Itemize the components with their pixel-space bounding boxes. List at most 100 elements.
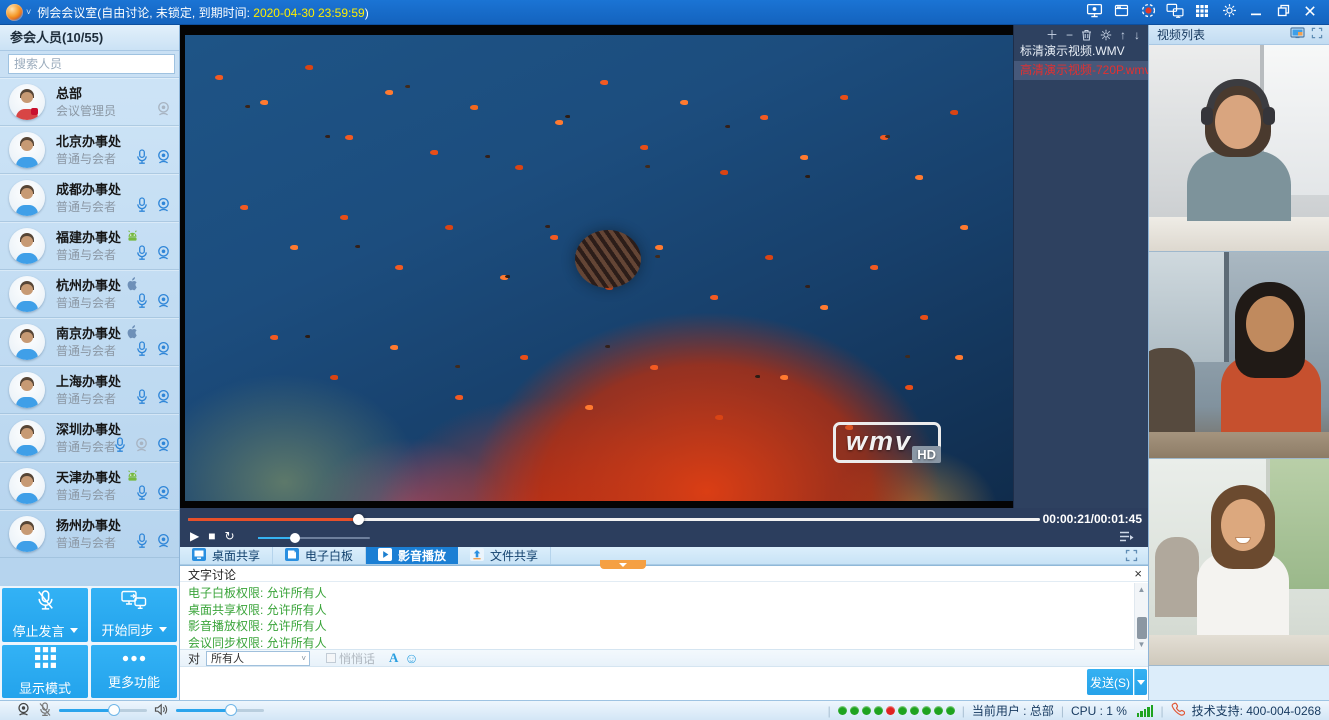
connection-quality-dots [838, 706, 955, 715]
action-button-2[interactable]: 显示模式 [2, 645, 88, 699]
status-dot-green [862, 706, 871, 715]
playlist-item[interactable]: 标清演示视频.WMV [1014, 42, 1148, 61]
participant-row[interactable]: 总部 会议管理员 [0, 78, 179, 126]
participant-role: 普通与会者 [56, 198, 116, 215]
network-button[interactable] [1166, 4, 1184, 20]
participant-row[interactable]: 上海办事处 普通与会者 [0, 366, 179, 414]
webcam-icon[interactable] [156, 293, 171, 312]
fullscreen-icon[interactable] [1125, 549, 1138, 562]
recipient-select[interactable]: 所有人 ˅ [206, 651, 310, 666]
mic-icon[interactable] [135, 485, 149, 504]
speaker-volume-handle[interactable] [225, 704, 237, 716]
scroll-down-icon[interactable]: ▼ [1135, 638, 1148, 650]
webcam-off-icon[interactable] [156, 101, 171, 120]
webcam-icon[interactable] [156, 197, 171, 216]
participant-row[interactable]: 北京办事处 普通与会者 [0, 126, 179, 174]
monitor-icon[interactable] [1290, 27, 1305, 43]
keypad-button[interactable] [1193, 4, 1211, 20]
mic-icon[interactable] [135, 245, 149, 264]
logo-chevron-down-icon[interactable]: ˅ [26, 7, 31, 17]
trash-icon[interactable] [1081, 29, 1092, 41]
move-up-icon[interactable]: ↑ [1120, 29, 1126, 41]
speaker-icon[interactable] [154, 703, 169, 719]
mic-icon[interactable] [135, 389, 149, 408]
webcam-icon[interactable] [156, 485, 171, 504]
replay-button[interactable]: ↻ [224, 529, 234, 543]
webcam-icon[interactable] [156, 437, 171, 456]
chat-scrollbar[interactable]: ▲ ▼ [1134, 583, 1148, 650]
play-button[interactable]: ▶ [190, 529, 199, 543]
expand-icon[interactable] [1311, 27, 1323, 42]
mic-icon[interactable] [135, 341, 149, 360]
participant-row[interactable]: 南京办事处 普通与会者 [0, 318, 179, 366]
checkbox-icon[interactable] [326, 653, 336, 663]
close-icon[interactable]: × [1134, 568, 1142, 580]
video-thumbnail-1[interactable] [1149, 45, 1329, 252]
webcam-icon[interactable] [156, 245, 171, 264]
mic-icon[interactable] [135, 197, 149, 216]
app-logo-icon [6, 4, 23, 21]
webcam-icon[interactable] [156, 533, 171, 552]
video-frame[interactable]: wmvHD [185, 35, 1013, 501]
mic-volume-handle[interactable] [108, 704, 120, 716]
webcam-off-icon[interactable] [134, 437, 149, 456]
playlist-toggle-icon[interactable] [1119, 531, 1134, 542]
volume-handle[interactable] [290, 533, 300, 543]
tab-2[interactable]: 影音播放 [366, 547, 458, 564]
participant-row[interactable]: 福建办事处 普通与会者 [0, 222, 179, 270]
tab-3[interactable]: 文件共享 [458, 547, 551, 564]
emoji-button[interactable]: ☺ [404, 651, 418, 665]
participant-row[interactable]: 成都办事处 普通与会者 [0, 174, 179, 222]
speaker-volume-slider[interactable] [176, 709, 264, 712]
webcam-icon[interactable] [156, 149, 171, 168]
progress-fill [188, 518, 358, 521]
scrollbar-thumb[interactable] [1137, 617, 1147, 639]
volume-slider[interactable] [258, 537, 370, 539]
tab-0[interactable]: 桌面共享 [180, 547, 273, 564]
mic-icon[interactable] [135, 533, 149, 552]
chat-input-area[interactable]: 发送(S) [180, 667, 1148, 699]
window-button[interactable] [1112, 4, 1130, 20]
mic-icon[interactable] [135, 149, 149, 168]
font-button[interactable]: A [389, 650, 398, 666]
video-thumbnail-2[interactable] [1149, 252, 1329, 459]
minimize-button[interactable] [1247, 4, 1265, 20]
action-button-3[interactable]: 更多功能 [91, 645, 177, 699]
mic-volume-slider[interactable] [59, 709, 147, 712]
progress-bar[interactable] [188, 518, 1040, 521]
tab-1[interactable]: 电子白板 [273, 547, 366, 564]
search-input[interactable] [8, 54, 175, 74]
move-down-icon[interactable]: ↓ [1134, 29, 1140, 41]
record-button[interactable] [1139, 4, 1157, 20]
close-button[interactable] [1301, 4, 1319, 20]
gear-icon[interactable] [1100, 29, 1112, 41]
playlist-add-icon[interactable]: ＋ [1046, 29, 1058, 41]
webcam-icon[interactable] [156, 389, 171, 408]
tab-label: 电子白板 [305, 547, 353, 564]
participant-row[interactable]: 扬州办事处 普通与会者 [0, 510, 179, 558]
participant-row[interactable]: 深圳办事处 普通与会者 [0, 414, 179, 462]
send-button[interactable]: 发送(S) [1087, 669, 1133, 695]
whisper-checkbox[interactable]: 悄悄话 [326, 650, 375, 667]
scroll-up-icon[interactable]: ▲ [1135, 583, 1148, 595]
playlist-item[interactable]: 高清演示视频-720P.wmv 删除 [1014, 61, 1148, 80]
playlist-remove-icon[interactable]: − [1066, 29, 1073, 41]
video-thumbnail-3[interactable] [1149, 459, 1329, 666]
settings-button[interactable] [1220, 4, 1238, 20]
maximize-button[interactable] [1274, 4, 1292, 20]
mic-muted-icon[interactable] [38, 702, 52, 720]
mic-icon[interactable] [113, 437, 127, 456]
speaker-volume-fill [176, 709, 231, 712]
webcam-icon[interactable] [156, 341, 171, 360]
send-options-button[interactable] [1134, 669, 1147, 695]
screen-share-button[interactable] [1085, 4, 1103, 20]
mic-icon[interactable] [135, 293, 149, 312]
stop-button[interactable]: ■ [208, 529, 215, 543]
participant-row[interactable]: 杭州办事处 普通与会者 [0, 270, 179, 318]
collapse-chat-handle[interactable] [600, 560, 646, 569]
webcam-icon[interactable] [16, 702, 31, 720]
participant-row[interactable]: 天津办事处 普通与会者 [0, 462, 179, 510]
action-button-0[interactable]: 停止发言 [2, 588, 88, 642]
progress-handle[interactable] [353, 514, 364, 525]
action-button-1[interactable]: 开始同步 [91, 588, 177, 642]
